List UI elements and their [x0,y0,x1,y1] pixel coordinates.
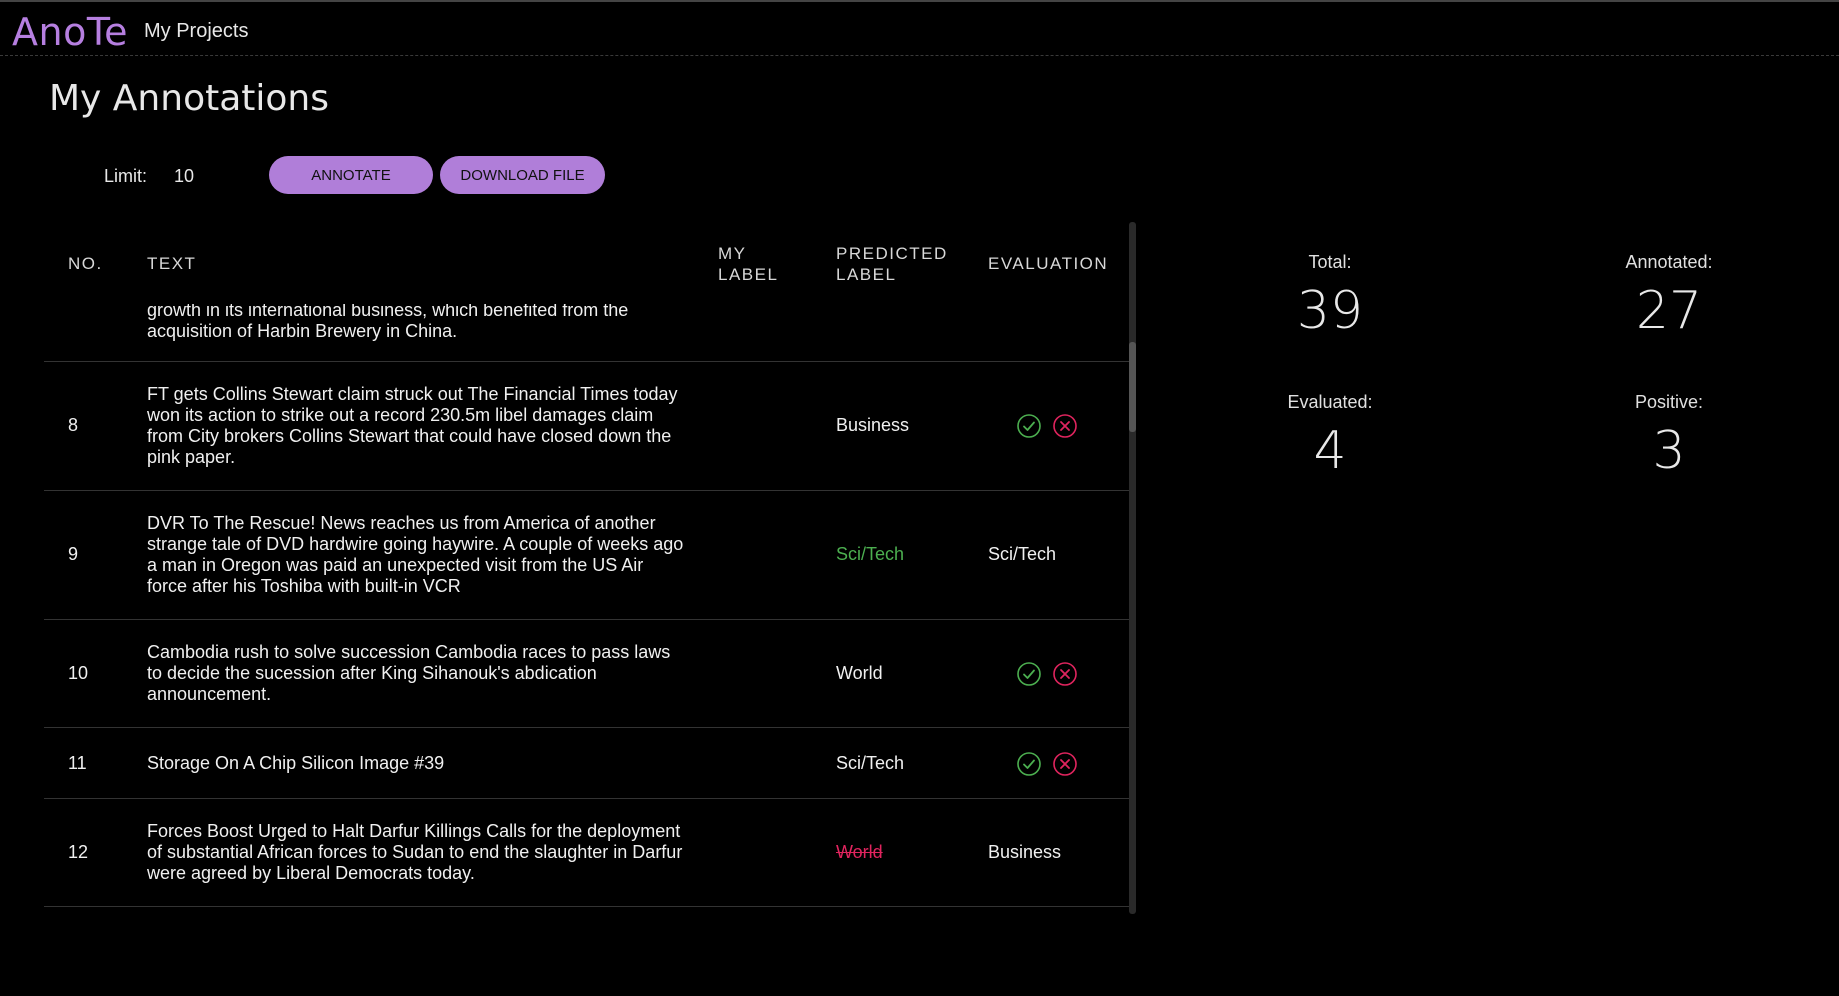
row-text: growth in its international business, wh… [147,304,629,341]
check-circle-icon[interactable] [1016,661,1042,687]
table-row[interactable]: 12 Forces Boost Urged to Halt Darfur Kill… [44,799,1129,907]
row-evaluation: Sci/Tech [988,544,1057,564]
row-predicted-label: Sci/Tech [836,753,905,773]
row-evaluation: Business [988,842,1062,862]
stat-evaluated-label: Evaluated: [1287,392,1373,412]
table-row[interactable]: 10 Cambodia rush to solve succession Camb… [44,620,1129,728]
table-row[interactable]: 9 DVR To The Rescue! News reaches us from… [44,491,1129,620]
table-scrollbar-thumb[interactable] [1129,342,1136,432]
x-circle-icon[interactable] [1052,661,1078,687]
nav-my-projects-link[interactable]: My Projects [144,20,248,43]
limit-label: Limit: [104,166,148,186]
column-header-predicted-label: PREDICTED LABEL [836,244,948,284]
stat-annotated-value: 27 [1635,281,1703,341]
row-number: 12 [68,842,89,862]
row-text: DVR To The Rescue! News reaches us from … [147,513,684,596]
row-number: 11 [68,753,87,773]
table-row[interactable]: 11 Storage On A Chip Silicon Image #39 Sci… [44,728,1129,799]
table-row[interactable]: 8 FT gets Collins Stewart claim struck ou… [44,362,1129,491]
stat-total-value: 39 [1296,281,1364,341]
row-evaluation-actions [1016,751,1078,777]
column-header-evaluation: EVALUATION [988,254,1109,273]
row-number: 9 [68,544,79,564]
x-circle-icon[interactable] [1052,413,1078,439]
row-predicted-label: World [836,842,883,862]
table-body[interactable]: growth in its international business, wh… [44,304,1129,914]
x-circle-icon[interactable] [1052,751,1078,777]
row-predicted-label: Sci/Tech [836,544,905,564]
table-header: NO. TEXT MY LABEL PREDICTED LABEL EVALUA… [44,222,1129,304]
limit-input[interactable]: 10 [174,166,194,187]
table-scrollbar-track[interactable] [1129,222,1136,914]
row-text: Storage On A Chip Silicon Image #39 [147,753,445,773]
row-text: Forces Boost Urged to Halt Darfur Killin… [147,821,683,883]
row-predicted-label: World [836,663,883,683]
page-title: My Annotations [49,78,329,119]
stat-total-label: Total: [1308,252,1352,272]
annotations-table: NO. TEXT MY LABEL PREDICTED LABEL EVALUA… [44,222,1129,914]
column-header-no: NO. [68,254,103,273]
app-logo[interactable]: AnoTe [12,10,128,54]
check-circle-icon[interactable] [1016,751,1042,777]
row-predicted-label: Business [836,415,910,435]
row-number: 10 [68,663,89,683]
stat-evaluated-value: 4 [1313,421,1347,481]
row-number: 8 [68,415,79,435]
annotate-button[interactable]: ANNOTATE [269,156,433,194]
column-header-my-label: MY LABEL [718,244,779,284]
top-navbar: AnoTe My Projects [0,0,1839,56]
stat-annotated-label: Annotated: [1625,252,1713,272]
stat-evaluated: Evaluated: 4 [1210,392,1450,481]
stat-positive-value: 3 [1652,421,1686,481]
stat-positive: Positive: 3 [1549,392,1789,481]
stat-annotated: Annotated: 27 [1549,252,1789,341]
stat-positive-label: Positive: [1634,392,1704,412]
column-header-text: TEXT [147,254,197,273]
row-evaluation-actions [1016,413,1078,439]
row-evaluation-actions [1016,661,1078,687]
check-circle-icon[interactable] [1016,413,1042,439]
row-text: Cambodia rush to solve succession Cambod… [147,642,671,704]
download-file-button[interactable]: DOWNLOAD FILE [440,156,605,194]
row-text: FT gets Collins Stewart claim struck out… [147,384,678,467]
stat-total: Total: 39 [1210,252,1450,341]
table-row[interactable]: growth in its international business, wh… [44,304,1129,362]
